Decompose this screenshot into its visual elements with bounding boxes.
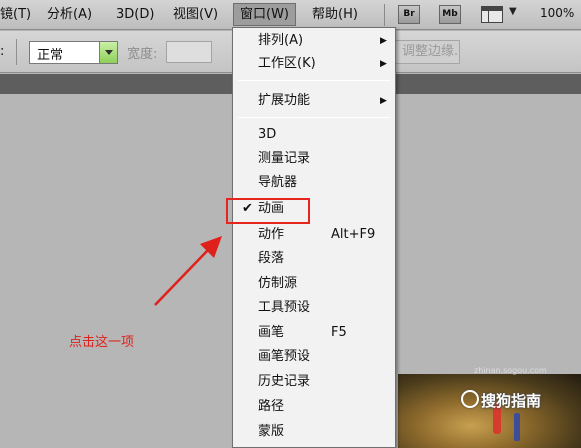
options-colon: : (0, 44, 5, 59)
menu-item-shortcut: Alt+F9 (331, 227, 376, 242)
menu-item-extensions[interactable]: 扩展功能 ▶ (233, 90, 395, 112)
watermark-text: 搜狗指南 (481, 392, 542, 410)
menu-item-3d[interactable]: 3D (233, 124, 395, 146)
menu-item-history[interactable]: 历史记录 (233, 371, 395, 393)
menu-item-label: 蒙版 (258, 424, 285, 439)
window-menu-dropdown: 排列(A) ▶ 工作区(K) ▶ 扩展功能 ▶ 3D 测量记录 导航器 ✔ 动画… (232, 27, 396, 448)
menu-item-clone-source[interactable]: 仿制源 (233, 273, 395, 295)
menu-item-label: 工具预设 (258, 300, 311, 315)
watermark-logo-icon (461, 390, 479, 408)
chevron-down-icon[interactable]: ▼ (509, 6, 517, 17)
menu-item-label: 3D (258, 127, 277, 142)
menu-item-paths[interactable]: 路径 (233, 396, 395, 418)
menu-item-label: 仿制源 (258, 276, 298, 291)
toolbar-separator (384, 4, 385, 26)
menu-item-shortcut: F5 (331, 325, 347, 340)
width-label: 宽度: (127, 47, 158, 62)
menu-item-arrange[interactable]: 排列(A) ▶ (233, 30, 395, 52)
menu-item-label: 工作区(K) (258, 56, 316, 71)
menu-item-label: 画笔预设 (258, 349, 311, 364)
menu-bar: 镜(T) 分析(A) 3D(D) 视图(V) 窗口(W) 帮助(H) Br Mb… (0, 0, 581, 30)
menu-item-actions[interactable]: 动作 Alt+F9 (233, 224, 395, 246)
menu-item-label: 段落 (258, 251, 285, 266)
menu-item-navigator[interactable]: 导航器 (233, 172, 395, 194)
arrange-documents-icon[interactable] (481, 6, 503, 23)
menu-item-workspace[interactable]: 工作区(K) ▶ (233, 53, 395, 75)
menu-item-tool-presets[interactable]: 工具预设 (233, 297, 395, 319)
menu-item-paragraph[interactable]: 段落 (233, 248, 395, 270)
menu-window[interactable]: 窗口(W) (233, 3, 296, 26)
menu-item-label: 动作 (258, 227, 285, 242)
menu-item-label: 测量记录 (258, 151, 311, 166)
menu-separator (238, 117, 390, 118)
menu-item-label: 导航器 (258, 175, 298, 190)
menu-item-brush[interactable]: 画笔 F5 (233, 322, 395, 344)
menu-item-label: 路径 (258, 399, 285, 414)
watermark-url: zhinan.sogou.com (474, 366, 547, 375)
options-separator (16, 39, 17, 65)
chevron-down-icon[interactable] (99, 42, 117, 63)
refine-edge-button[interactable]: 调整边缘... (392, 40, 460, 64)
menu-separator (238, 80, 390, 81)
style-select[interactable]: 正常 (29, 41, 118, 64)
menu-item-label: 扩展功能 (258, 93, 311, 108)
width-input[interactable] (166, 41, 212, 63)
menu-analysis[interactable]: 分析(A) (47, 6, 92, 24)
annotation-text: 点击这一项 (69, 335, 135, 350)
zoom-level[interactable]: 100% (540, 6, 574, 20)
minibridge-button[interactable]: Mb (439, 5, 461, 24)
menu-3d[interactable]: 3D(D) (116, 6, 154, 24)
menu-filter[interactable]: 镜(T) (0, 6, 31, 24)
menu-view[interactable]: 视图(V) (173, 6, 218, 24)
menu-item-measurement-log[interactable]: 测量记录 (233, 148, 395, 170)
menu-help[interactable]: 帮助(H) (312, 6, 358, 24)
menu-item-brush-presets[interactable]: 画笔预设 (233, 346, 395, 368)
submenu-arrow-icon: ▶ (380, 96, 387, 106)
style-select-value: 正常 (37, 48, 64, 63)
menu-item-label: 画笔 (258, 325, 285, 340)
bridge-button[interactable]: Br (398, 5, 420, 24)
submenu-arrow-icon: ▶ (380, 59, 387, 69)
menu-item-masks[interactable]: 蒙版 (233, 421, 395, 443)
document-photo (398, 374, 581, 448)
submenu-arrow-icon: ▶ (380, 36, 387, 46)
highlight-box (226, 198, 310, 224)
menu-item-label: 历史记录 (258, 374, 311, 389)
menu-item-label: 排列(A) (258, 33, 304, 48)
